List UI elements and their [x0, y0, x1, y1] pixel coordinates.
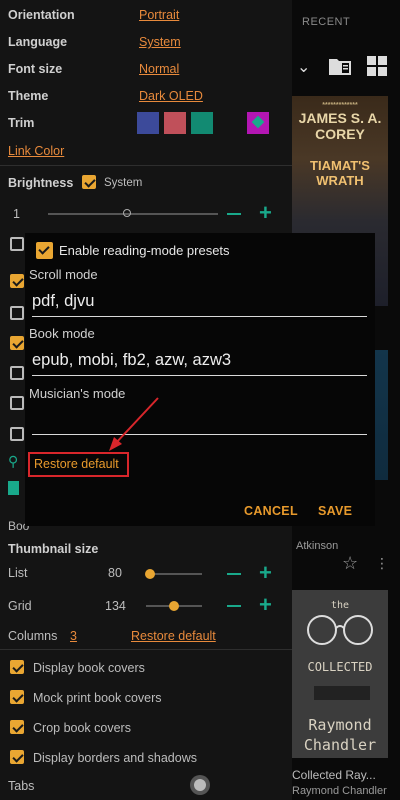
book-author: JAMES S. A. COREY [298, 110, 382, 142]
book-title: TIAMAT'S WRATH [310, 158, 370, 188]
folder-icon[interactable] [328, 56, 352, 76]
option-checkbox[interactable] [10, 396, 24, 410]
trim-swatch-magenta[interactable] [247, 112, 269, 134]
list-size-value: 80 [108, 566, 122, 580]
option-checkbox[interactable] [10, 336, 24, 350]
theme-value[interactable]: Dark OLED [139, 89, 203, 103]
cover-text: Raymond [308, 716, 372, 734]
thumbnail-size-label: Thumbnail size [8, 542, 99, 556]
crop-covers-label: Crop book covers [33, 721, 131, 735]
trim-swatch-teal[interactable] [191, 112, 213, 134]
brightness-value: 1 [13, 207, 20, 221]
brightness-minus-button[interactable] [227, 213, 241, 215]
trim-label: Trim [8, 116, 35, 130]
save-button[interactable]: SAVE [318, 504, 352, 518]
language-value[interactable]: System [139, 35, 181, 49]
display-covers-label: Display book covers [33, 661, 145, 675]
recent-tab[interactable]: RECENT [302, 16, 350, 28]
brightness-plus-button[interactable]: + [259, 202, 272, 224]
option-checkbox[interactable] [10, 306, 24, 320]
document-icon[interactable] [8, 481, 19, 495]
book-cover-3[interactable]: the COLLECTED Raymond Chandler [292, 590, 388, 758]
red-arrow-annotation [109, 397, 159, 451]
book-author: Atkinson [296, 540, 339, 552]
trim-swatch-red[interactable] [164, 112, 186, 134]
option-checkbox[interactable] [10, 274, 24, 288]
enable-presets-checkbox[interactable] [36, 242, 53, 259]
restore-default-highlight: Restore default [28, 452, 129, 477]
reading-mode-dialog: Enable reading-mode presets Scroll mode … [25, 233, 375, 526]
grid-plus-button[interactable]: + [259, 594, 272, 616]
trim-swatch-blue[interactable] [137, 112, 159, 134]
book-mode-input[interactable]: epub, mobi, fb2, azw, azw3 [32, 345, 367, 376]
columns-label: Columns [8, 629, 58, 643]
tabs-radio[interactable] [190, 775, 210, 795]
cover-text: COLLECTED [307, 660, 373, 674]
brightness-slider-knob[interactable] [123, 209, 131, 217]
more-vert-icon[interactable]: ⋮ [375, 555, 389, 572]
font-size-label: Font size [8, 62, 63, 76]
borders-shadows-checkbox[interactable] [10, 750, 24, 764]
divider [0, 649, 292, 650]
scroll-mode-label: Scroll mode [29, 267, 98, 282]
language-label: Language [8, 35, 68, 49]
crop-covers-checkbox[interactable] [10, 720, 24, 734]
grid-size-knob[interactable] [169, 601, 179, 611]
brightness-slider[interactable] [48, 213, 218, 215]
scroll-mode-input[interactable]: pdf, djvu [32, 286, 367, 317]
option-checkbox[interactable] [10, 237, 24, 251]
cover-art [314, 686, 370, 700]
display-covers-checkbox[interactable] [10, 660, 24, 674]
tabs-label: Tabs [8, 779, 35, 793]
brightness-system-label: System [104, 177, 143, 189]
grid-minus-button[interactable] [227, 605, 241, 607]
enable-presets-label: Enable reading-mode presets [59, 243, 230, 258]
mock-print-checkbox[interactable] [10, 690, 24, 704]
option-checkbox[interactable] [10, 427, 24, 441]
brightness-system-checkbox[interactable] [82, 175, 96, 189]
star-icon[interactable]: ☆ [342, 553, 358, 574]
grid-label: Grid [8, 599, 32, 613]
grid-view-icon[interactable] [367, 56, 387, 76]
cover-text: Chandler [303, 736, 377, 754]
borders-shadows-label: Display borders and shadows [33, 751, 197, 765]
restore-default-button[interactable]: Restore default [34, 457, 119, 471]
cancel-button[interactable]: CANCEL [244, 504, 298, 518]
musicians-mode-input[interactable] [32, 404, 367, 435]
orientation-label: Orientation [8, 8, 75, 22]
chevron-down-icon[interactable]: ⌄ [297, 58, 310, 78]
list-minus-button[interactable] [227, 573, 241, 575]
orientation-value[interactable]: Portrait [139, 8, 179, 22]
font-size-value[interactable]: Normal [139, 62, 179, 76]
option-checkbox[interactable] [10, 366, 24, 380]
link-color-link[interactable]: Link Color [8, 144, 64, 158]
glasses-icon [307, 615, 373, 645]
book-title: Collected Ray... [292, 768, 376, 782]
mock-print-label: Mock print book covers [33, 691, 162, 705]
book-author: Raymond Chandler [292, 785, 387, 797]
theme-label: Theme [8, 89, 49, 103]
divider [0, 165, 292, 166]
list-plus-button[interactable]: + [259, 562, 272, 584]
brightness-label: Brightness [8, 176, 74, 190]
columns-value[interactable]: 3 [70, 629, 77, 643]
columns-restore-default[interactable]: Restore default [131, 629, 216, 643]
book-mode-label: Book mode [29, 326, 95, 341]
search-file-icon[interactable]: ⚲ [8, 453, 18, 470]
list-size-knob[interactable] [145, 569, 156, 579]
list-label: List [8, 566, 28, 580]
grid-size-value: 134 [105, 599, 126, 613]
